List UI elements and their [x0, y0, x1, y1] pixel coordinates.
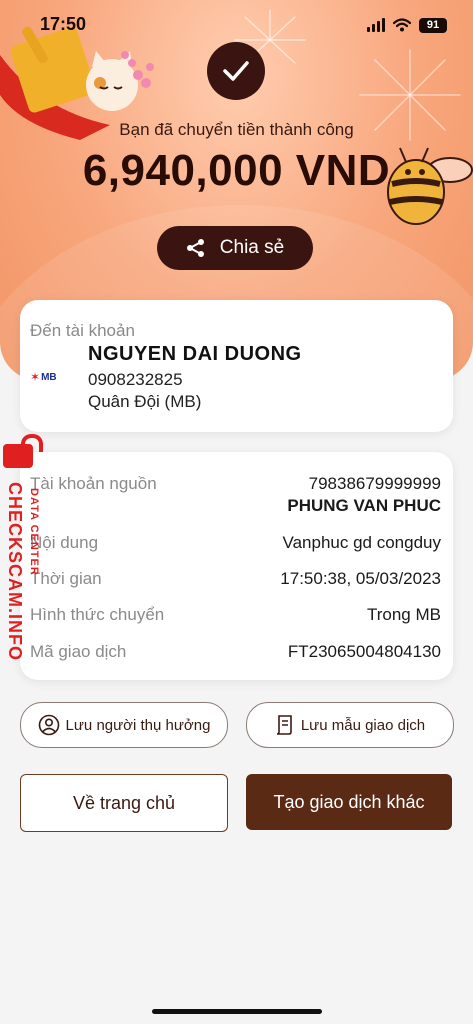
source-account-number: 79838679999999 [308, 474, 441, 493]
user-circle-icon [38, 714, 59, 736]
wifi-icon [393, 18, 411, 32]
recipient-account: 0908232825 [88, 370, 183, 389]
recipient-card: Đến tài khoản ✶ MB NGUYEN DAI DUONG 09082… [20, 300, 453, 432]
new-transaction-button[interactable]: Tạo giao dịch khác [246, 774, 452, 830]
checkscam-watermark: CHECKSCAM.INFO DATA CENTER [2, 434, 48, 668]
save-template-button[interactable]: Lưu mẫu giao dịch [246, 702, 454, 748]
success-check-icon [207, 42, 265, 100]
home-button[interactable]: Về trang chủ [20, 774, 228, 832]
share-label: Chia sẻ [219, 237, 285, 258]
share-icon [186, 239, 204, 257]
new-transaction-label: Tạo giao dịch khác [273, 791, 425, 812]
time-value: 17:50:38, 05/03/2023 [280, 569, 441, 588]
recipient-bank: Quân Đội (MB) [88, 392, 202, 411]
method-value: Trong MB [366, 605, 441, 624]
signal-icon [367, 18, 385, 32]
document-icon [276, 715, 292, 735]
transfer-amount: 6,940,000 VND [82, 146, 391, 195]
home-indicator[interactable] [152, 1009, 322, 1014]
save-template-label: Lưu mẫu giao dịch [300, 716, 426, 734]
method-label: Hình thức chuyển [30, 605, 165, 624]
home-button-label: Về trang chủ [72, 792, 176, 813]
recipient-name: NGUYEN DAI DUONG [88, 343, 302, 365]
transaction-id-value: FT23065004804130 [287, 642, 441, 661]
recipient-label: Đến tài khoản [30, 321, 135, 340]
share-button[interactable]: Chia sẻ [157, 226, 313, 270]
source-account-label: Tài khoản nguồn [30, 474, 157, 493]
lock-icon [3, 434, 43, 468]
transaction-details-card: Tài khoản nguồn 79838679999999 PHUNG VAN… [20, 452, 453, 680]
source-account-name: PHUNG VAN PHUC [287, 496, 441, 515]
battery-icon: 91 [419, 17, 447, 33]
content-value: Vanphuc gd congduy [282, 533, 441, 552]
save-beneficiary-button[interactable]: Lưu người thụ hưởng [20, 702, 228, 748]
success-message: Bạn đã chuyển tiền thành công [119, 120, 354, 139]
save-beneficiary-label: Lưu người thụ hưởng [65, 716, 211, 734]
status-time: 17:50 [40, 14, 87, 34]
status-icons: 91 [367, 15, 447, 35]
mb-bank-logo: ✶ MB [30, 370, 57, 384]
